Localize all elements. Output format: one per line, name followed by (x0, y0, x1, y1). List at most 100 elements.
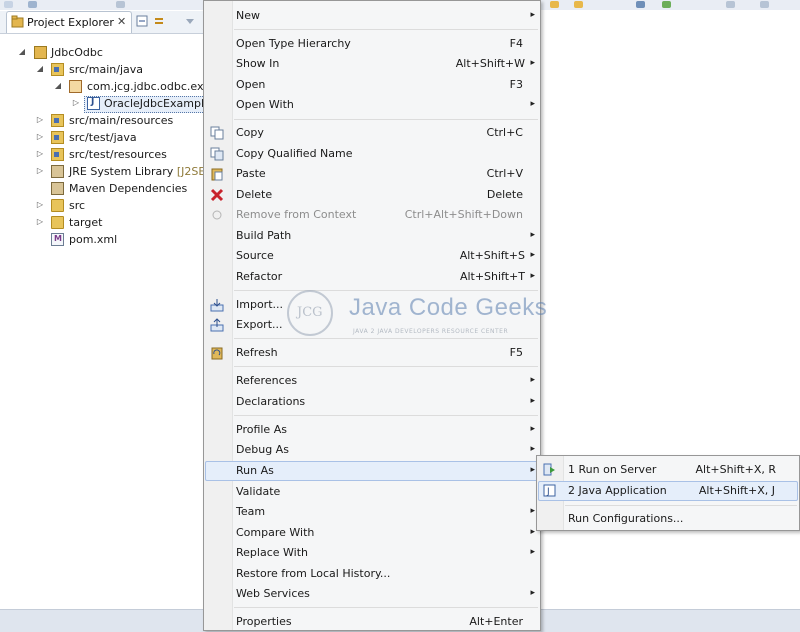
menu-item-delete[interactable]: Delete Delete (205, 185, 539, 205)
tree-item-maven-dependencies[interactable]: Maven Dependencies (0, 181, 204, 197)
svg-text:J: J (546, 487, 550, 497)
link-with-editor-icon[interactable] (153, 15, 165, 27)
menu-item-compare-with[interactable]: Compare With ▸ (205, 523, 539, 543)
menu-item-label: Build Path (236, 229, 292, 242)
tree-item-src-test-java[interactable]: ▷ src/test/java (0, 130, 204, 146)
collapsed-twisty-icon[interactable]: ▷ (36, 149, 44, 159)
menu-item-label: Refresh (236, 346, 278, 359)
source-folder-icon (51, 63, 64, 76)
menu-item-copy[interactable]: Copy Ctrl+C (205, 123, 539, 143)
menu-item-label: Declarations (236, 395, 306, 408)
collapsed-twisty-icon[interactable]: ▷ (36, 115, 44, 125)
toolbar-run-icon[interactable] (662, 1, 671, 8)
menu-item-open-type-hierarchy[interactable]: Open Type Hierarchy F4 (205, 34, 539, 54)
view-menu-icon[interactable] (184, 15, 196, 27)
menu-item-validate[interactable]: Validate (205, 482, 539, 502)
menu-item-label: 2 Java Application (568, 484, 667, 497)
expanded-twisty-icon[interactable]: ◢ (36, 64, 44, 74)
library-icon (51, 182, 64, 195)
toolbar-globe-icon[interactable] (636, 1, 645, 8)
menu-item-source[interactable]: Source Alt+Shift+S ▸ (205, 246, 539, 266)
tree-item-project[interactable]: ◢ JdbcOdbc (0, 45, 204, 61)
expanded-twisty-icon[interactable]: ◢ (18, 47, 26, 57)
collapsed-twisty-icon[interactable]: ▷ (36, 200, 44, 210)
tree-item-label: src/test/java (69, 131, 137, 144)
menu-item-import[interactable]: Import... (205, 295, 539, 315)
tree-item-label: pom.xml (69, 233, 118, 246)
menu-item-restore-local-history[interactable]: Restore from Local History... (205, 564, 539, 584)
toolbar-open-folder-icon[interactable] (550, 1, 559, 8)
menu-item-shortcut: Alt+Shift+T (459, 270, 525, 283)
menu-item-shortcut: Alt+Shift+X, J (698, 484, 775, 497)
menu-item-refactor[interactable]: Refactor Alt+Shift+T ▸ (205, 267, 539, 287)
source-folder-icon (51, 114, 64, 127)
menu-item-copy-qualified-name[interactable]: Copy Qualified Name (205, 144, 539, 164)
toolbar-forward-icon[interactable] (760, 1, 769, 8)
menu-item-new[interactable]: New ▸ (205, 6, 539, 26)
collapsed-twisty-icon[interactable]: ▷ (36, 217, 44, 227)
run-on-server-icon (543, 463, 555, 476)
tree-item-src-main-java[interactable]: ◢ src/main/java (0, 62, 204, 78)
menu-item-build-path[interactable]: Build Path ▸ (205, 226, 539, 246)
menu-item-profile-as[interactable]: Profile As ▸ (205, 420, 539, 440)
tree-item-label: src/test/resources (69, 148, 167, 161)
toolbar-folder-icon[interactable] (574, 1, 583, 8)
menu-item-replace-with[interactable]: Replace With ▸ (205, 543, 539, 563)
menu-item-paste[interactable]: Paste Ctrl+V (205, 164, 539, 184)
menu-item-show-in[interactable]: Show In Alt+Shift+W ▸ (205, 54, 539, 74)
menu-item-label: Export... (236, 318, 283, 331)
menu-item-export[interactable]: Export... (205, 315, 539, 335)
tree-item-package[interactable]: ◢ com.jcg.jdbc.odbc.exar (0, 79, 215, 95)
collapse-all-icon[interactable] (136, 15, 148, 27)
menu-item-label: Paste (236, 167, 266, 180)
xml-file-icon (51, 233, 64, 246)
menu-item-label: Remove from Context (236, 208, 357, 221)
toolbar-new-icon[interactable] (4, 1, 13, 8)
java-file-icon (87, 97, 100, 110)
menu-item-properties[interactable]: Properties Alt+Enter (205, 612, 539, 632)
menu-item-team[interactable]: Team ▸ (205, 502, 539, 522)
menu-separator (234, 29, 538, 30)
menu-item-open-with[interactable]: Open With ▸ (205, 95, 539, 115)
tree-item-target[interactable]: ▷ target (0, 215, 204, 231)
menu-item-shortcut: F4 (509, 37, 523, 50)
menu-item-label: Delete (236, 188, 273, 201)
menu-item-run-as[interactable]: Run As ▸ (205, 461, 539, 481)
collapsed-twisty-icon[interactable]: ▷ (36, 132, 44, 142)
menu-item-debug-as[interactable]: Debug As ▸ (205, 440, 539, 460)
submenu-item-run-on-server[interactable]: 1 Run on Server Alt+Shift+X, R (538, 460, 798, 480)
menu-separator (565, 505, 797, 506)
source-folder-icon (51, 148, 64, 161)
tree-item-java-file[interactable]: ▷ OracleJdbcExample. (0, 96, 214, 113)
tab-project-explorer[interactable]: Project Explorer ✕ (6, 11, 132, 33)
toolbar-back-icon[interactable] (726, 1, 735, 8)
tree-item-pom[interactable]: pom.xml (0, 232, 204, 248)
toolbar-save-icon[interactable] (28, 1, 37, 8)
menu-item-references[interactable]: References ▸ (205, 371, 539, 391)
collapsed-twisty-icon[interactable]: ▷ (72, 98, 80, 108)
menu-item-label: Open (236, 78, 266, 91)
menu-item-open[interactable]: Open F3 (205, 75, 539, 95)
close-icon[interactable]: ✕ (117, 15, 126, 28)
tree-item-src[interactable]: ▷ src (0, 198, 204, 214)
tree-item-src-test-resources[interactable]: ▷ src/test/resources (0, 147, 204, 163)
menu-item-label: Compare With (236, 526, 315, 539)
menu-separator (234, 338, 538, 339)
menu-item-web-services[interactable]: Web Services ▸ (205, 584, 539, 604)
tree-item-jre-library[interactable]: ▷ JRE System Library [J2SE-1.5 (0, 164, 227, 180)
collapsed-twisty-icon[interactable]: ▷ (36, 166, 44, 176)
submenu-arrow-icon: ▸ (530, 58, 535, 68)
tree-item-src-main-resources[interactable]: ▷ src/main/resources (0, 113, 204, 129)
menu-separator (234, 415, 538, 416)
submenu-item-run-configurations[interactable]: Run Configurations... (538, 509, 798, 529)
menu-item-declarations[interactable]: Declarations ▸ (205, 392, 539, 412)
menu-item-refresh[interactable]: Refresh F5 (205, 343, 539, 363)
menu-separator (234, 119, 538, 120)
menu-item-label: Web Services (236, 587, 310, 600)
toolbar-search-icon[interactable] (116, 1, 125, 8)
submenu-arrow-icon: ▸ (530, 424, 535, 434)
expanded-twisty-icon[interactable]: ◢ (54, 81, 62, 91)
tree-item-label: src (69, 199, 86, 212)
export-icon (210, 318, 224, 332)
submenu-item-java-application[interactable]: J 2 Java Application Alt+Shift+X, J (538, 481, 798, 501)
